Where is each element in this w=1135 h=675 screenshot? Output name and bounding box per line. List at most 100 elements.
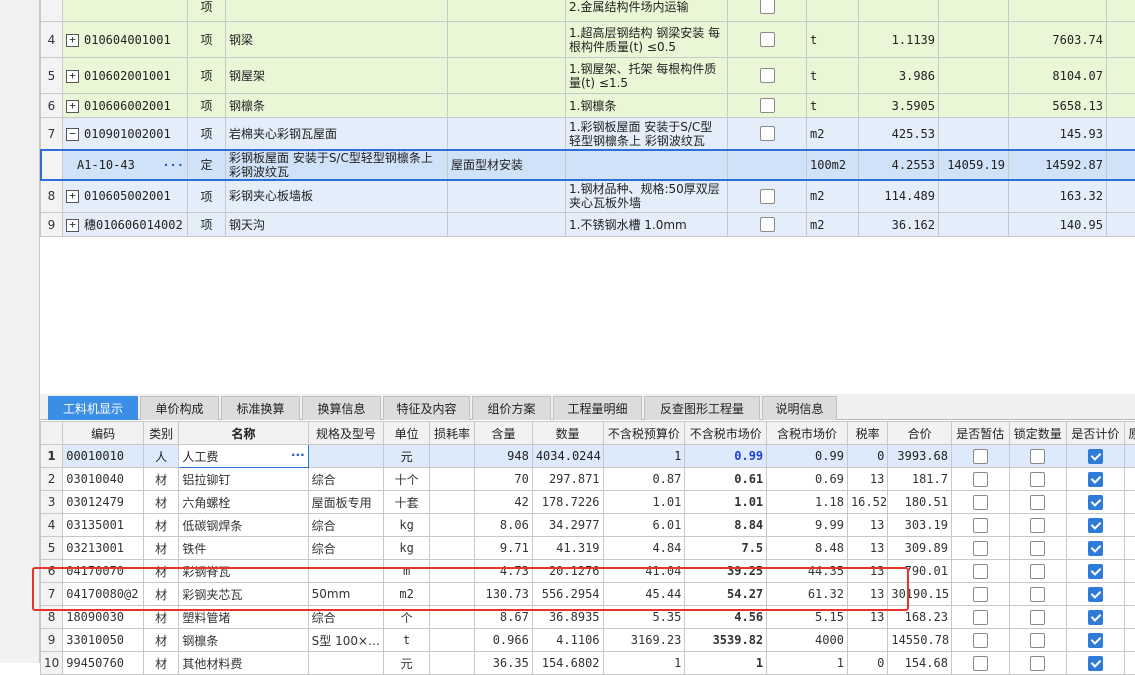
bill-row[interactable]: 项2.金属结构件场内运输 bbox=[41, 0, 1135, 22]
tab-3[interactable]: 换算信息 bbox=[302, 396, 381, 420]
expand-icon[interactable]: + bbox=[66, 34, 79, 47]
is-priced-checkbox[interactable] bbox=[1088, 541, 1103, 556]
tab-2[interactable]: 标准换算 bbox=[221, 396, 300, 420]
column-header[interactable]: 数量 bbox=[532, 422, 603, 445]
tab-4[interactable]: 特征及内容 bbox=[383, 396, 470, 420]
is-estimate-checkbox[interactable] bbox=[973, 564, 988, 579]
lock-quantity-checkbox[interactable] bbox=[1030, 472, 1045, 487]
column-header[interactable]: 单位 bbox=[384, 422, 429, 445]
item-type: 项 bbox=[188, 118, 226, 150]
material-row[interactable]: 203010040材铝拉铆钉综合十个70297.8710.870.610.691… bbox=[41, 468, 1135, 491]
bill-row[interactable]: 5+010602001001项钢屋架1.钢屋架、托架 每根构件质量(t) ≤1.… bbox=[41, 58, 1135, 94]
bill-row[interactable]: 6+010606002001项钢檩条1.钢檩条t3.59055658.13 bbox=[41, 94, 1135, 118]
column-header[interactable]: 税率 bbox=[847, 422, 887, 445]
column-header[interactable]: 原 bbox=[1124, 422, 1135, 445]
checkbox[interactable] bbox=[760, 126, 775, 141]
material-row[interactable]: 503213001材铁件综合kg9.7141.3194.847.58.48133… bbox=[41, 537, 1135, 560]
column-header[interactable]: 损耗率 bbox=[429, 422, 474, 445]
is-priced-checkbox[interactable] bbox=[1088, 564, 1103, 579]
tab-1[interactable]: 单价构成 bbox=[140, 396, 219, 420]
pre-tax-budget-price: 0.87 bbox=[603, 468, 685, 491]
tab-5[interactable]: 组价方案 bbox=[472, 396, 551, 420]
collapse-icon[interactable]: − bbox=[66, 128, 79, 141]
lock-quantity-checkbox[interactable] bbox=[1030, 633, 1045, 648]
pre-tax-budget-price: 1.01 bbox=[603, 491, 685, 514]
column-header[interactable]: 含税市场价 bbox=[767, 422, 848, 445]
more-dots-icon[interactable]: ··· bbox=[162, 158, 184, 172]
is-estimate-checkbox[interactable] bbox=[973, 472, 988, 487]
is-estimate-checkbox[interactable] bbox=[973, 449, 988, 464]
lock-quantity-checkbox[interactable] bbox=[1030, 610, 1045, 625]
lock-quantity-checkbox[interactable] bbox=[1030, 541, 1045, 556]
is-priced-checkbox[interactable] bbox=[1088, 518, 1103, 533]
material-row[interactable]: 933010050材钢檩条S型 100×…t0.9664.11063169.23… bbox=[41, 629, 1135, 652]
is-priced-checkbox[interactable] bbox=[1088, 656, 1103, 671]
pre-tax-market-price[interactable]: 1 bbox=[685, 652, 767, 675]
column-header[interactable]: 是否暂估 bbox=[951, 422, 1009, 445]
column-header[interactable]: 规格及型号 bbox=[308, 422, 384, 445]
pre-tax-market-price[interactable]: 7.5 bbox=[685, 537, 767, 560]
material-row[interactable]: 303012479材六角螺栓屋面板专用十套42178.72261.011.011… bbox=[41, 491, 1135, 514]
is-estimate-checkbox[interactable] bbox=[973, 495, 988, 510]
pre-tax-market-price[interactable]: 0.99 bbox=[685, 445, 767, 468]
pre-tax-market-price[interactable]: 1.01 bbox=[685, 491, 767, 514]
expand-icon[interactable]: + bbox=[66, 70, 79, 83]
is-estimate-checkbox[interactable] bbox=[973, 587, 988, 602]
lock-quantity-checkbox[interactable] bbox=[1030, 449, 1045, 464]
material-name: 其他材料费 bbox=[179, 652, 308, 675]
is-priced-checkbox[interactable] bbox=[1088, 472, 1103, 487]
checkbox[interactable] bbox=[760, 68, 775, 83]
checkbox[interactable] bbox=[760, 98, 775, 113]
item-features: 1.超高层钢结构 钢梁安装 每根构件质量(t) ≤0.5 bbox=[566, 22, 728, 58]
checkbox[interactable] bbox=[760, 217, 775, 232]
material-name[interactable]: 人工费··· bbox=[179, 445, 308, 468]
lock-quantity-checkbox[interactable] bbox=[1030, 495, 1045, 510]
expand-icon[interactable]: + bbox=[66, 219, 79, 232]
lock-quantity-checkbox[interactable] bbox=[1030, 587, 1045, 602]
is-estimate-checkbox[interactable] bbox=[973, 541, 988, 556]
column-header[interactable]: 名称 bbox=[179, 422, 308, 445]
is-priced-checkbox[interactable] bbox=[1088, 495, 1103, 510]
material-row[interactable]: 1099450760材其他材料费元36.35154.68021110154.68 bbox=[41, 652, 1135, 675]
is-estimate-checkbox[interactable] bbox=[973, 656, 988, 671]
bill-row[interactable]: 8+010605002001项彩钢夹心板墙板1.钢材品种、规格:50厚双层夹心瓦… bbox=[41, 180, 1135, 213]
bill-row[interactable]: A1-10-43···定彩钢板屋面 安装于S/C型轻型钢檩条上 彩钢波纹瓦屋面型… bbox=[41, 150, 1135, 180]
is-priced-checkbox[interactable] bbox=[1088, 587, 1103, 602]
is-priced-checkbox[interactable] bbox=[1088, 633, 1103, 648]
checkbox[interactable] bbox=[760, 189, 775, 204]
tab-0[interactable]: 工料机显示 bbox=[48, 396, 138, 420]
material-row[interactable]: 100010010人人工费···元9484034.024410.990.9903… bbox=[41, 445, 1135, 468]
column-header[interactable]: 是否计价 bbox=[1067, 422, 1125, 445]
more-dots-icon[interactable]: ··· bbox=[291, 448, 305, 462]
bill-row[interactable]: 9+穗010606014002项钢天沟1.不锈钢水槽 1.0mmm236.162… bbox=[41, 213, 1135, 237]
is-estimate-checkbox-cell bbox=[951, 629, 1009, 652]
pre-tax-market-price[interactable]: 8.84 bbox=[685, 514, 767, 537]
checkbox[interactable] bbox=[760, 32, 775, 47]
tab-8[interactable]: 说明信息 bbox=[762, 396, 837, 420]
expand-icon[interactable]: + bbox=[66, 100, 79, 113]
is-priced-checkbox[interactable] bbox=[1088, 449, 1103, 464]
lock-quantity-checkbox[interactable] bbox=[1030, 518, 1045, 533]
pre-tax-market-price[interactable]: 3539.82 bbox=[685, 629, 767, 652]
column-header[interactable]: 不含税市场价 bbox=[685, 422, 767, 445]
lock-quantity-checkbox[interactable] bbox=[1030, 656, 1045, 671]
lock-quantity-checkbox[interactable] bbox=[1030, 564, 1045, 579]
column-header[interactable]: 类别 bbox=[144, 422, 179, 445]
is-estimate-checkbox[interactable] bbox=[973, 610, 988, 625]
tab-6[interactable]: 工程量明细 bbox=[553, 396, 642, 420]
tab-7[interactable]: 反查图形工程量 bbox=[644, 396, 760, 420]
column-header[interactable]: 锁定数量 bbox=[1009, 422, 1067, 445]
pre-tax-market-price[interactable]: 0.61 bbox=[685, 468, 767, 491]
column-header[interactable]: 合价 bbox=[888, 422, 952, 445]
is-priced-checkbox[interactable] bbox=[1088, 610, 1103, 625]
bill-row[interactable]: 7−010901002001项岩棉夹心彩钢瓦屋面1.彩钢板屋面 安装于S/C型轻… bbox=[41, 118, 1135, 150]
is-estimate-checkbox[interactable] bbox=[973, 518, 988, 533]
expand-icon[interactable]: + bbox=[66, 190, 79, 203]
material-row[interactable]: 403135001材低碳钢焊条综合kg8.0634.29776.018.849.… bbox=[41, 514, 1135, 537]
column-header[interactable]: 含量 bbox=[475, 422, 533, 445]
is-estimate-checkbox[interactable] bbox=[973, 633, 988, 648]
column-header[interactable]: 不含税预算价 bbox=[603, 422, 685, 445]
column-header[interactable]: 编码 bbox=[63, 422, 144, 445]
checkbox[interactable] bbox=[760, 0, 775, 14]
bill-row[interactable]: 4+010604001001项钢梁1.超高层钢结构 钢梁安装 每根构件质量(t)… bbox=[41, 22, 1135, 58]
